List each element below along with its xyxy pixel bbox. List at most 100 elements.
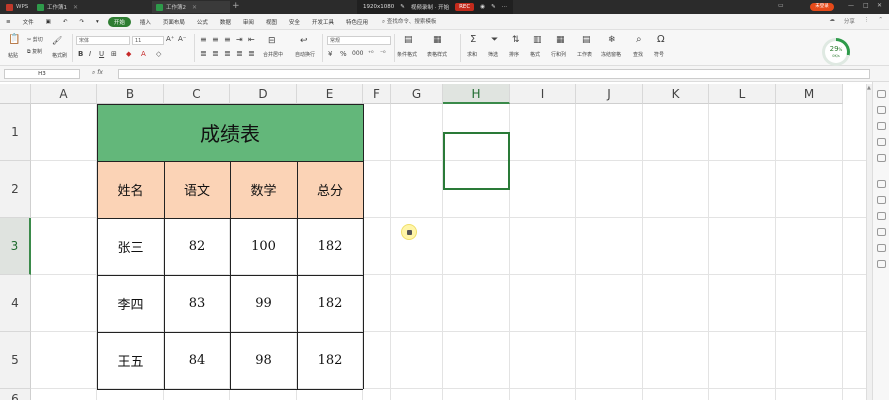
column-header-l[interactable]: L	[709, 84, 776, 104]
close-icon[interactable]: ✕	[877, 2, 882, 9]
table-data-cell[interactable]: 100	[230, 218, 297, 275]
formula-input[interactable]	[118, 69, 870, 79]
tab-developer[interactable]: 开发工具	[306, 18, 340, 26]
tab-workbook-1[interactable]: 工作簿1 ✕	[33, 1, 113, 13]
column-header-b[interactable]: B	[97, 84, 164, 104]
align-center-icon[interactable]: ≣	[212, 49, 219, 58]
decrease-font-icon[interactable]: A⁻	[178, 35, 186, 43]
paste-icon[interactable]: 📋	[8, 34, 20, 45]
column-header-j[interactable]: J	[576, 84, 643, 104]
align-bottom-icon[interactable]: ≡	[224, 35, 231, 44]
conditional-format-button[interactable]: 条件格式	[397, 51, 417, 58]
format-painter-button[interactable]: 格式刷	[52, 52, 67, 59]
edit-icon[interactable]: ✎	[491, 4, 496, 10]
font-size-select[interactable]: 11	[132, 36, 164, 45]
table-header-cell[interactable]: 总分	[297, 161, 363, 218]
settings-icon[interactable]	[877, 138, 886, 146]
tab-home[interactable]: 开始	[107, 16, 131, 27]
row-header-2[interactable]: 2	[0, 161, 31, 218]
backup-icon[interactable]	[877, 180, 886, 188]
justify-icon[interactable]: ≣	[236, 49, 243, 58]
shape-icon[interactable]	[877, 106, 886, 114]
table-data-cell[interactable]: 182	[297, 275, 363, 332]
window-menu-icon[interactable]: ▭	[778, 2, 784, 9]
redo-icon[interactable]: ↷	[73, 19, 90, 25]
undo-icon[interactable]: ↶	[57, 19, 74, 25]
column-header-h[interactable]: H	[443, 84, 510, 104]
number-format-select[interactable]: 常规	[327, 36, 391, 45]
table-style-button[interactable]: 表格样式	[427, 51, 447, 58]
network-speed-widget[interactable]: 29% 0K/s	[822, 38, 850, 66]
property-icon[interactable]	[877, 122, 886, 130]
tab-view[interactable]: 视图	[260, 18, 283, 26]
table-title-cell[interactable]: 成绩表	[97, 104, 363, 161]
filter-button[interactable]: 筛选	[488, 51, 498, 58]
currency-icon[interactable]: ¥	[328, 50, 332, 58]
worksheet-button[interactable]: 工作表	[577, 51, 592, 58]
tab-insert[interactable]: 插入	[134, 18, 157, 26]
row-col-button[interactable]: 行和列	[551, 51, 566, 58]
column-header-a[interactable]: A	[31, 84, 97, 104]
outdent-icon[interactable]: ⇤	[248, 35, 255, 44]
table-data-cell[interactable]: 83	[164, 275, 230, 332]
table-data-cell[interactable]: 王五	[97, 332, 164, 389]
merge-center-button[interactable]: 合并居中	[263, 51, 283, 58]
font-color-icon[interactable]: A	[141, 50, 146, 58]
user-login-badge[interactable]: 未登录	[810, 3, 834, 11]
row-header-3[interactable]: 3	[0, 218, 31, 275]
fill-color-icon[interactable]: ◆	[126, 50, 131, 58]
increase-decimal-icon[interactable]: ⁺⁰	[368, 50, 374, 57]
table-data-cell[interactable]: 182	[297, 218, 363, 275]
cloud-icon[interactable]: ☁	[829, 17, 835, 25]
tab-workbook-2[interactable]: 工作簿2 ✕	[152, 1, 230, 13]
row-header-4[interactable]: 4	[0, 275, 31, 332]
table-data-cell[interactable]: 99	[230, 275, 297, 332]
table-data-cell[interactable]: 182	[297, 332, 363, 389]
indent-icon[interactable]: ⇥	[236, 35, 243, 44]
more-icon[interactable]: ⋮	[864, 17, 870, 25]
image-icon[interactable]	[877, 212, 886, 220]
row-header-5[interactable]: 5	[0, 332, 31, 389]
row-header-1[interactable]: 1	[0, 104, 31, 161]
align-middle-icon[interactable]: ≡	[212, 35, 219, 44]
document-icon[interactable]	[877, 196, 886, 204]
paste-button[interactable]: 粘贴	[8, 52, 18, 59]
camera-icon[interactable]: ◉	[480, 4, 485, 10]
column-header-e[interactable]: E	[297, 84, 363, 104]
spreadsheet-grid[interactable]: A B C D E F G H I J K L M 1 2 3 4 5 6 成绩表 姓名 语文 数学 总分 张三 82 100 182…	[0, 84, 866, 400]
increase-font-icon[interactable]: A⁺	[166, 35, 174, 43]
select-tool-icon[interactable]	[877, 90, 886, 98]
table-data-cell[interactable]: 李四	[97, 275, 164, 332]
find-button[interactable]: 查找	[633, 51, 643, 58]
table-data-cell[interactable]: 82	[164, 218, 230, 275]
column-header-d[interactable]: D	[230, 84, 297, 104]
active-cell-selection[interactable]	[443, 132, 510, 190]
close-tab-icon[interactable]: ✕	[73, 4, 78, 11]
pen-icon[interactable]: ✎	[400, 4, 405, 10]
column-header-i[interactable]: I	[510, 84, 576, 104]
column-header-g[interactable]: G	[391, 84, 443, 104]
maximize-icon[interactable]: □	[863, 2, 869, 9]
symbol-button[interactable]: 符号	[654, 51, 664, 58]
sum-button[interactable]: 求和	[467, 51, 477, 58]
layers-icon[interactable]	[877, 260, 886, 268]
tab-security[interactable]: 安全	[283, 18, 306, 26]
fx-button[interactable]: fx	[97, 69, 103, 76]
copy-button[interactable]: ⧉ 复制	[27, 48, 42, 55]
tab-wps-home[interactable]: WPS	[2, 1, 32, 13]
more-icon[interactable]: ⋯	[502, 4, 508, 10]
save-icon[interactable]: ▣	[40, 19, 57, 25]
freeze-panes-button[interactable]: 冻结窗格	[601, 51, 621, 58]
name-box[interactable]: H3	[4, 69, 80, 79]
table-header-cell[interactable]: 语文	[164, 161, 230, 218]
underline-icon[interactable]: U	[99, 50, 104, 58]
tab-data[interactable]: 数据	[214, 18, 237, 26]
quick-access-more-icon[interactable]: ▾	[90, 19, 105, 25]
wrap-text-button[interactable]: 自动换行	[295, 51, 315, 58]
column-header-f[interactable]: F	[363, 84, 391, 104]
align-left-icon[interactable]: ≣	[200, 49, 207, 58]
cut-button[interactable]: ✂ 剪切	[27, 36, 43, 43]
rec-button[interactable]: REC	[455, 3, 475, 11]
command-search[interactable]: ⌕ 查找命令、搜索模板	[382, 17, 436, 26]
column-header-k[interactable]: K	[643, 84, 709, 104]
